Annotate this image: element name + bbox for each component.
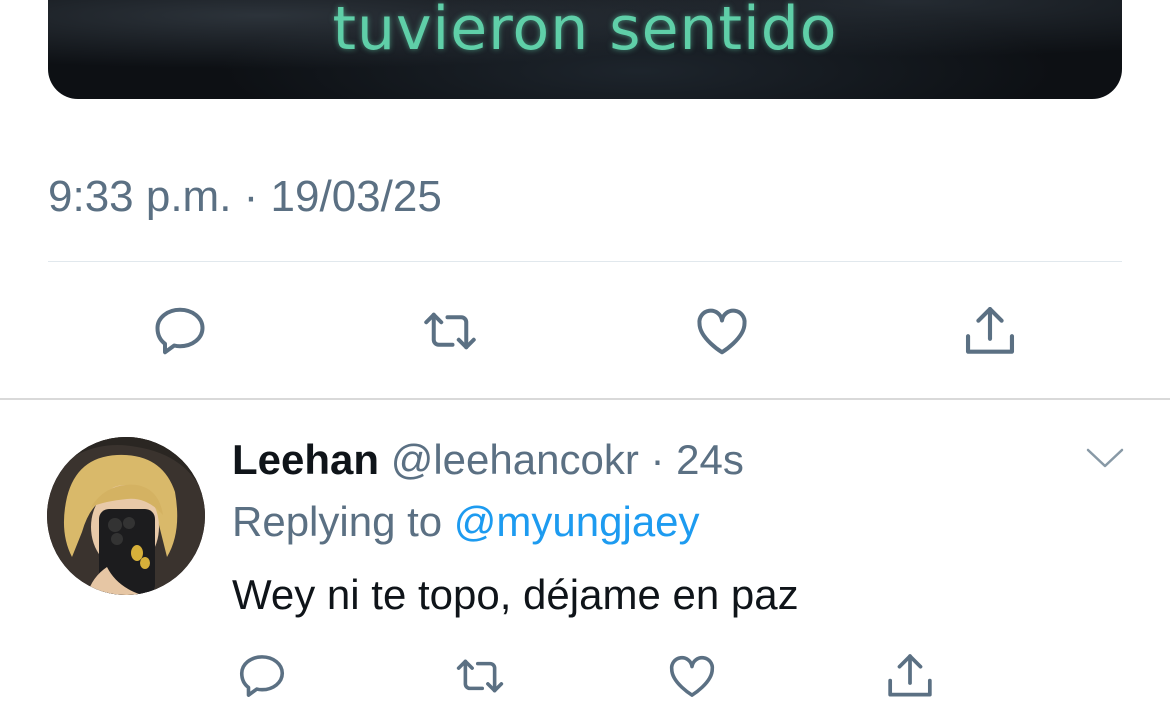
- avatar[interactable]: [47, 437, 205, 595]
- time-ago[interactable]: 24s: [676, 436, 744, 483]
- like-button[interactable]: [687, 296, 757, 366]
- display-name[interactable]: Leehan: [232, 436, 379, 483]
- mention-link[interactable]: @myungjaey: [454, 498, 700, 545]
- retweet-button[interactable]: [450, 646, 510, 704]
- like-button[interactable]: [662, 646, 722, 704]
- tweet-thread: tuvieron sentido 9:33 p.m. · 19/03/25 Le…: [0, 0, 1170, 704]
- share-button[interactable]: [955, 296, 1025, 366]
- retweet-icon: [456, 659, 504, 693]
- user-handle[interactable]: @leehancokr: [391, 436, 639, 483]
- retweet-icon: [424, 312, 476, 350]
- retweet-button[interactable]: [415, 296, 485, 366]
- like-icon: [669, 655, 715, 697]
- reply-icon: [155, 307, 205, 355]
- share-icon: [888, 654, 932, 697]
- tweet-media-image[interactable]: tuvieron sentido: [48, 0, 1122, 99]
- divider: [48, 261, 1122, 262]
- like-icon: [697, 308, 747, 355]
- separator-dot: ·: [650, 436, 665, 483]
- reply-action-bar: [232, 646, 952, 704]
- more-options-button[interactable]: [1084, 440, 1126, 476]
- tweet-action-bar: [48, 296, 1122, 366]
- media-caption: tuvieron sentido: [332, 0, 838, 64]
- tweet-timestamp: 9:33 p.m. · 19/03/25: [48, 172, 442, 221]
- chevron-down-icon: [1086, 448, 1124, 468]
- tweet-text: Wey ni te topo, déjame en paz: [232, 571, 799, 618]
- reply-icon: [239, 655, 285, 697]
- avatar-photo: [47, 437, 205, 595]
- reply-header: Leehan @leehancokr · 24s: [232, 432, 744, 488]
- replying-to: Replying to @myungjaey: [232, 494, 700, 550]
- share-button[interactable]: [880, 646, 940, 704]
- reply-button[interactable]: [145, 296, 215, 366]
- replying-prefix: Replying to: [232, 498, 443, 545]
- divider: [0, 398, 1170, 400]
- share-icon: [965, 306, 1015, 354]
- reply-button[interactable]: [232, 646, 292, 704]
